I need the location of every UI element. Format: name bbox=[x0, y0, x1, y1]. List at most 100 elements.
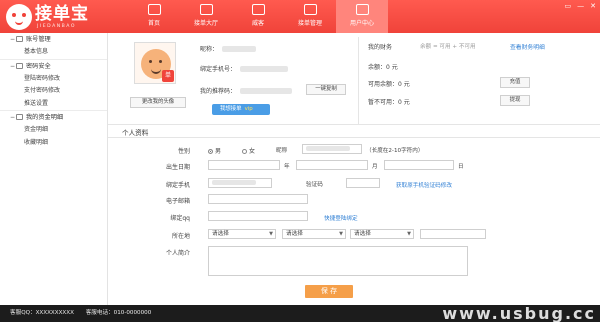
sidebar-item-fund-details[interactable]: 资金明细 bbox=[0, 124, 107, 137]
qq-quick-bind-link[interactable]: 快捷登陆绑定 bbox=[324, 214, 358, 222]
witkey-icon bbox=[251, 4, 265, 15]
get-verify-code-link[interactable]: 获取原手机验证码修改 bbox=[396, 181, 452, 189]
radio-checked-icon bbox=[208, 149, 213, 154]
referral-row: 我的推荐码： bbox=[200, 86, 293, 95]
phone-field-label: 绑定手机 bbox=[165, 182, 190, 189]
gender-male-radio[interactable]: 男 bbox=[208, 146, 221, 155]
day-unit: 日 bbox=[458, 164, 464, 170]
logo-title: 接单宝 bbox=[35, 4, 89, 24]
profile-card: 单 更改我的头像 昵称： 绑定手机号： 我的推荐码： 一键复制 我想接单 vip bbox=[126, 40, 356, 130]
sidebar-group-funds[interactable]: − 我的资金明细 bbox=[0, 111, 107, 124]
minimize-icon[interactable]: — bbox=[577, 2, 584, 10]
balance-label: 余额： bbox=[368, 64, 387, 71]
lock-icon bbox=[16, 62, 23, 69]
logo-mascot-icon bbox=[6, 4, 32, 30]
nav-order-manage[interactable]: 接单管理 bbox=[284, 0, 336, 33]
verify-label: 验证码 bbox=[306, 182, 323, 188]
nav-user-center-label: 用户中心 bbox=[349, 20, 374, 27]
top-bar: 接单宝 JIEDANBAO 首页 接单大厅 威客 接单管理 用户中心 ▭ — ✕ bbox=[0, 0, 600, 33]
main-content: 单 更改我的头像 昵称： 绑定手机号： 我的推荐码： 一键复制 我想接单 vip … bbox=[108, 33, 600, 305]
logo-subtitle: JIEDANBAO bbox=[37, 24, 76, 29]
nickname-row: 昵称： bbox=[200, 44, 257, 53]
nav-witkey-label: 威客 bbox=[251, 20, 264, 27]
sidebar-group-account-label: 账号管理 bbox=[26, 36, 51, 43]
nav-order-hall-label: 接单大厅 bbox=[193, 20, 218, 27]
phone-input-redacted bbox=[212, 180, 256, 185]
sidebar-group-account[interactable]: − 账号管理 bbox=[0, 33, 107, 46]
finance-legend: 余额 = 可用 + 不可用 bbox=[420, 44, 476, 50]
year-unit: 年 bbox=[284, 164, 290, 170]
birth-month-input[interactable] bbox=[296, 160, 368, 170]
city-select[interactable]: 请选择 ▼ bbox=[282, 229, 346, 239]
referral-label: 我的推荐码： bbox=[200, 88, 237, 95]
email-input[interactable] bbox=[208, 194, 308, 204]
hall-icon bbox=[199, 4, 213, 15]
qq-label: 绑定qq bbox=[170, 215, 190, 222]
phone-label: 绑定手机号： bbox=[200, 66, 237, 73]
unavailable-label: 暂不可用： bbox=[368, 99, 399, 106]
main-nav: 首页 接单大厅 威客 接单管理 用户中心 bbox=[128, 0, 388, 33]
section-title: 个人资料 bbox=[122, 129, 149, 137]
sidebar: − 账号管理 基本信息 − 密码安全 登陆密码修改 支付密码修改 推送设置 − 我的资… bbox=[0, 33, 108, 305]
gender-label: 性别 bbox=[177, 148, 190, 155]
verify-code-input[interactable] bbox=[346, 178, 380, 188]
nav-home-label: 首页 bbox=[147, 20, 160, 27]
save-button[interactable]: 保 存 bbox=[305, 285, 353, 298]
vip-badge: vip bbox=[244, 106, 253, 112]
chevron-down-icon: ▼ bbox=[407, 231, 411, 237]
nav-user-center[interactable]: 用户中心 bbox=[336, 0, 388, 33]
unavailable-row: 暂不可用：0 元 bbox=[368, 97, 410, 106]
nav-order-manage-label: 接单管理 bbox=[297, 20, 322, 27]
section-divider bbox=[108, 137, 600, 138]
gender-female-label: 女 bbox=[249, 148, 256, 155]
bio-label: 个人简介 bbox=[165, 250, 190, 257]
unavailable-value: 0 元 bbox=[398, 99, 410, 106]
nav-order-hall[interactable]: 接单大厅 bbox=[180, 0, 232, 33]
birth-day-input[interactable] bbox=[384, 160, 454, 170]
sidebar-group-security[interactable]: − 密码安全 bbox=[0, 60, 107, 73]
finance-details-link[interactable]: 查看财务明细 bbox=[510, 42, 545, 51]
change-avatar-button[interactable]: 更改我的头像 bbox=[130, 97, 186, 108]
restore-icon[interactable]: ▭ bbox=[565, 2, 572, 10]
nav-home[interactable]: 首页 bbox=[128, 0, 180, 33]
available-row: 可用余额：0 元 bbox=[368, 79, 410, 88]
sidebar-item-login-password[interactable]: 登陆密码修改 bbox=[0, 73, 107, 86]
gender-female-radio[interactable]: 女 bbox=[242, 146, 255, 155]
chevron-down-icon: ▼ bbox=[339, 231, 343, 237]
collapse-icon: − bbox=[10, 62, 16, 70]
sidebar-item-basic-info[interactable]: 基本信息 bbox=[0, 46, 107, 59]
district-select[interactable]: 请选择 ▼ bbox=[350, 229, 414, 239]
nav-witkey[interactable]: 威客 bbox=[232, 0, 284, 33]
city-select-value: 请选择 bbox=[286, 231, 303, 237]
qq-input[interactable] bbox=[208, 211, 308, 221]
footer: 客服QQ：XXXXXXXXXX 客服电话：010-0000000 www.usb… bbox=[0, 305, 600, 322]
district-select-value: 请选择 bbox=[354, 231, 371, 237]
province-select-value: 请选择 bbox=[212, 231, 229, 237]
sidebar-item-push-settings[interactable]: 推送设置 bbox=[0, 98, 107, 111]
sidebar-item-favorites[interactable]: 收藏明细 bbox=[0, 137, 107, 150]
birth-year-input[interactable] bbox=[208, 160, 280, 170]
sidebar-item-pay-password[interactable]: 支付密码修改 bbox=[0, 85, 107, 98]
invite-button-label: 我想接单 bbox=[220, 106, 242, 112]
phone-input[interactable] bbox=[208, 178, 272, 188]
address-input[interactable] bbox=[420, 229, 486, 239]
province-select[interactable]: 请选择 ▼ bbox=[208, 229, 276, 239]
home-icon bbox=[147, 4, 161, 15]
month-unit: 月 bbox=[372, 164, 378, 170]
user-center-icon bbox=[355, 4, 369, 15]
bio-textarea[interactable] bbox=[208, 246, 468, 276]
sidebar-group-security-label: 密码安全 bbox=[26, 62, 51, 70]
footer-qq: 客服QQ：XXXXXXXXXX bbox=[10, 310, 74, 316]
invite-button[interactable]: 我想接单 vip bbox=[212, 104, 270, 115]
nickname-hint: （长度在2-10字符内） bbox=[366, 148, 424, 154]
available-label: 可用余额： bbox=[368, 81, 399, 88]
nickname-input[interactable] bbox=[302, 144, 362, 154]
footer-phone: 客服电话：010-0000000 bbox=[85, 310, 152, 316]
window-controls: ▭ — ✕ bbox=[565, 2, 597, 10]
avatar-badge: 单 bbox=[162, 70, 174, 82]
copy-button[interactable]: 一键复制 bbox=[306, 84, 346, 95]
recharge-button[interactable]: 充值 bbox=[500, 77, 530, 88]
avatar[interactable]: 单 bbox=[134, 42, 176, 84]
close-icon[interactable]: ✕ bbox=[590, 2, 596, 10]
withdraw-button[interactable]: 提现 bbox=[500, 95, 530, 106]
